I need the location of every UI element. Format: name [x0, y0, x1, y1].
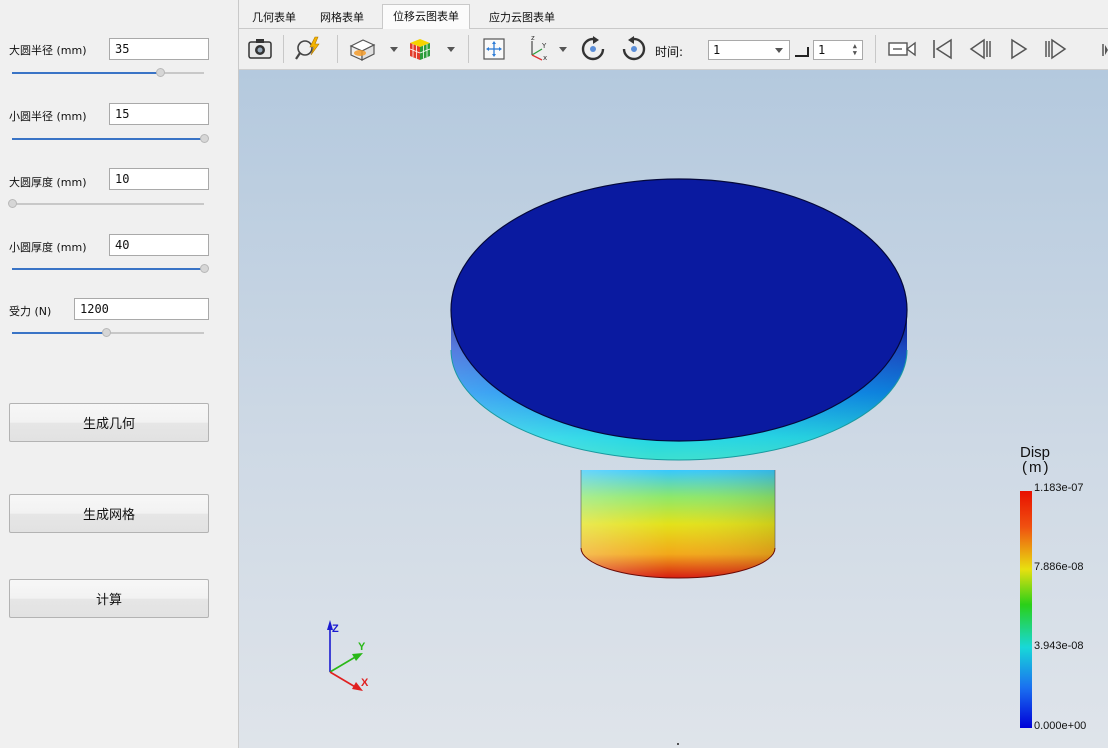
- x-axis-label: X: [361, 677, 369, 689]
- slider-fill: [12, 138, 204, 140]
- parameter-panel: 大圆半径 (mm) 35 小圆半径 (mm) 15 大圆厚度 (mm) 10 小…: [0, 0, 239, 748]
- zoom-lightning-icon[interactable]: [294, 35, 324, 63]
- small-thickness-label: 小圆厚度 (mm): [9, 241, 87, 254]
- fit-view-icon[interactable]: [479, 35, 509, 63]
- legend-max-label: 1.183e-07: [1034, 482, 1084, 494]
- rotate-ccw-icon[interactable]: [619, 35, 649, 63]
- overflow-icon[interactable]: [1100, 42, 1108, 58]
- time-label: 时间:: [655, 45, 684, 59]
- disc-top-face: [450, 178, 908, 442]
- toolbar-separator: [337, 35, 338, 63]
- toolbar-separator: [283, 35, 284, 63]
- toolbar-separator: [468, 35, 469, 63]
- small-radius-label: 小圆半径 (mm): [9, 110, 87, 123]
- force-input[interactable]: 1200: [74, 298, 209, 320]
- generate-mesh-button[interactable]: 生成网格: [9, 494, 209, 533]
- slider-handle[interactable]: [102, 328, 112, 337]
- toolbar: zYx 时间: 1 1 ▲ ▼: [239, 29, 1108, 70]
- svg-text:Y: Y: [541, 42, 547, 50]
- toolbar-separator: [875, 35, 876, 63]
- small-thickness-slider[interactable]: [12, 264, 209, 273]
- tab-bar: 几何表单 网格表单 位移云图表单 应力云图表单: [239, 0, 1108, 29]
- spin-arrows-icon[interactable]: ▲ ▼: [853, 43, 857, 57]
- step-icon: [795, 47, 809, 57]
- large-disc: [450, 178, 908, 461]
- large-radius-slider[interactable]: [12, 68, 204, 77]
- slider-handle[interactable]: [200, 264, 209, 273]
- small-cylinder: [580, 470, 776, 579]
- slider-fill: [12, 332, 107, 334]
- large-thickness-label: 大圆厚度 (mm): [9, 176, 87, 189]
- tab-displacement-contour[interactable]: 位移云图表单: [382, 4, 470, 29]
- clip-plane-icon[interactable]: [347, 35, 377, 63]
- large-radius-label: 大圆半径 (mm): [9, 44, 87, 57]
- legend-label-2: 7.886e-08: [1034, 561, 1084, 573]
- camera-icon[interactable]: [245, 35, 275, 63]
- large-radius-input[interactable]: 35: [109, 38, 209, 60]
- dropdown-arrow-icon[interactable]: [447, 47, 455, 52]
- step-spinbox-value: 1: [818, 43, 826, 57]
- small-radius-input[interactable]: 15: [109, 103, 209, 125]
- time-select-value: 1: [713, 43, 721, 57]
- large-thickness-slider[interactable]: [8, 199, 204, 208]
- legend-title: Disp: [1020, 444, 1051, 461]
- slider-handle[interactable]: [8, 199, 17, 208]
- z-axis-label: Z: [332, 623, 339, 635]
- slider-fill: [12, 72, 160, 74]
- dropdown-arrow-icon[interactable]: [390, 47, 398, 52]
- legend-min-label: 0.000e+00: [1034, 720, 1087, 732]
- force-slider[interactable]: [12, 328, 204, 337]
- tab-mesh[interactable]: 网格表单: [310, 6, 374, 28]
- rotate-cw-icon[interactable]: [578, 35, 608, 63]
- legend-color-bar: [1020, 491, 1032, 728]
- large-thickness-input[interactable]: 10: [109, 168, 209, 190]
- next-frame-icon[interactable]: [1041, 35, 1071, 63]
- orientation-axes: Z Y X: [327, 620, 369, 691]
- y-axis-label: Y: [358, 641, 366, 653]
- slider-fill: [12, 268, 204, 270]
- step-spinbox[interactable]: 1 ▲ ▼: [813, 40, 863, 60]
- generate-geometry-button[interactable]: 生成几何: [9, 403, 209, 442]
- force-label: 受力 (N): [9, 305, 52, 318]
- small-radius-slider[interactable]: [12, 134, 209, 143]
- tab-stress-contour[interactable]: 应力云图表单: [479, 6, 565, 28]
- svg-text:z: z: [531, 35, 535, 42]
- color-cube-icon[interactable]: [405, 35, 435, 63]
- legend-unit: (m): [1022, 459, 1051, 476]
- play-icon[interactable]: [1003, 35, 1033, 63]
- compute-button[interactable]: 计算: [9, 579, 209, 618]
- tab-geometry[interactable]: 几何表单: [242, 6, 306, 28]
- axes-orientation-icon[interactable]: zYx: [521, 35, 551, 63]
- slider-handle[interactable]: [155, 68, 165, 77]
- first-frame-icon[interactable]: [927, 35, 957, 63]
- chevron-down-icon: [775, 48, 783, 53]
- previous-frame-icon[interactable]: [965, 35, 995, 63]
- legend-label-3: 3.943e-08: [1034, 640, 1084, 652]
- slider-handle[interactable]: [200, 134, 209, 143]
- render-viewport[interactable]: Z Y X Disp (m) 1.183e-07 7.886e-08 3.943…: [239, 70, 1108, 748]
- displacement-model: Z Y X: [327, 178, 1032, 745]
- time-select[interactable]: 1: [708, 40, 790, 60]
- dropdown-arrow-icon[interactable]: [559, 47, 567, 52]
- small-thickness-input[interactable]: 40: [109, 234, 209, 256]
- svg-text:x: x: [543, 54, 547, 62]
- record-video-icon[interactable]: [887, 35, 917, 63]
